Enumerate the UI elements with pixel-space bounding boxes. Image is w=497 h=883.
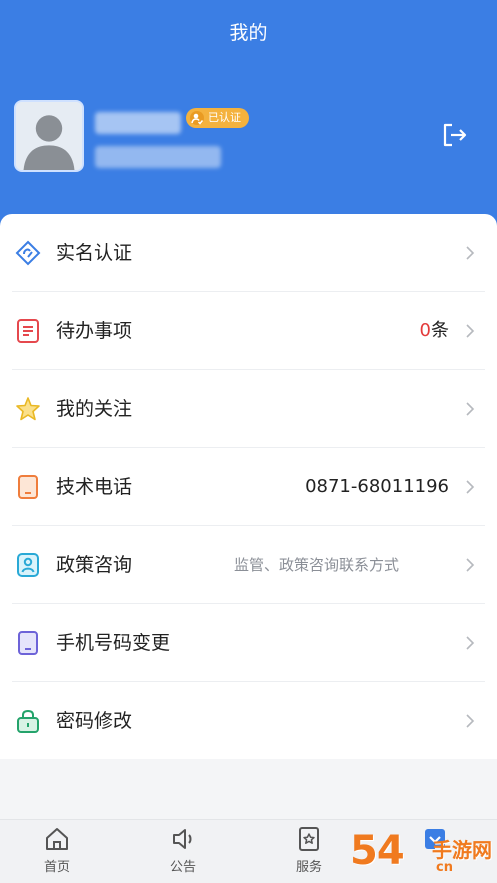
tech-phone-number: 0871-68011196 bbox=[305, 476, 449, 497]
todo-count: 0条 bbox=[420, 292, 449, 370]
menu-item-label: 密码修改 bbox=[56, 710, 133, 732]
mobile-icon bbox=[18, 631, 38, 655]
chevron-right-icon bbox=[466, 558, 475, 572]
watermark-url: cn bbox=[436, 860, 453, 875]
tab-label: 公告 bbox=[169, 860, 196, 875]
verify-icon bbox=[15, 240, 41, 266]
chevron-right-icon bbox=[466, 636, 475, 650]
menu-item-label: 手机号码变更 bbox=[56, 632, 171, 654]
menu-item-follow[interactable]: 我的关注 bbox=[12, 370, 485, 448]
chevron-right-icon bbox=[466, 480, 475, 494]
menu-item-policy[interactable]: 政策咨询 监管、政策咨询联系方式 bbox=[12, 526, 485, 604]
menu-item-label: 实名认证 bbox=[56, 242, 133, 264]
watermark-number: 54 bbox=[350, 828, 405, 874]
todo-count-number: 0 bbox=[419, 320, 431, 341]
logout-icon[interactable] bbox=[440, 120, 470, 150]
menu-item-change-phone[interactable]: 手机号码变更 bbox=[12, 604, 485, 682]
todo-count-unit: 条 bbox=[431, 320, 449, 341]
verified-icon bbox=[190, 111, 204, 125]
home-icon bbox=[46, 828, 68, 850]
menu-item-tech-phone[interactable]: 技术电话 0871-68011196 bbox=[12, 448, 485, 526]
menu-item-label: 技术电话 bbox=[56, 476, 133, 498]
contact-icon bbox=[17, 553, 39, 577]
menu-item-todo[interactable]: 待办事项 0条 bbox=[12, 292, 485, 370]
avatar[interactable] bbox=[14, 100, 84, 172]
lock-icon bbox=[17, 709, 39, 733]
chevron-right-icon bbox=[466, 714, 475, 728]
menu-item-real-name[interactable]: 实名认证 bbox=[12, 214, 485, 292]
user-name-blurred bbox=[95, 112, 181, 134]
profile-header: 我的 已认证 bbox=[0, 0, 497, 240]
tab-label: 首页 bbox=[43, 860, 70, 875]
star-icon bbox=[16, 397, 40, 421]
chevron-right-icon bbox=[466, 402, 475, 416]
watermark-text: 手游网 bbox=[432, 838, 492, 862]
verified-badge-label: 已认证 bbox=[208, 111, 241, 124]
menu-card: 实名认证 待办事项 0条 我的关注 技术电话 0871-68011196 政策咨… bbox=[0, 214, 497, 759]
menu-item-change-password[interactable]: 密码修改 bbox=[12, 682, 485, 760]
chevron-right-icon bbox=[466, 246, 475, 260]
service-icon bbox=[299, 827, 319, 851]
menu-item-label: 我的关注 bbox=[56, 398, 133, 420]
policy-hint: 监管、政策咨询联系方式 bbox=[233, 556, 399, 574]
verified-badge: 已认证 bbox=[186, 108, 249, 128]
page-title: 我的 bbox=[229, 22, 268, 44]
tab-notice[interactable]: 公告 bbox=[143, 820, 223, 883]
menu-item-label: 待办事项 bbox=[56, 320, 133, 342]
tab-service[interactable]: 服务 bbox=[269, 820, 349, 883]
user-phone-blurred bbox=[95, 146, 221, 168]
todo-icon bbox=[17, 319, 39, 343]
speaker-icon bbox=[173, 829, 192, 849]
watermark-logo: 54 手游网 cn bbox=[350, 828, 495, 883]
tab-home[interactable]: 首页 bbox=[17, 820, 97, 883]
tab-label: 服务 bbox=[295, 860, 322, 875]
phone-icon bbox=[18, 475, 38, 499]
chevron-right-icon bbox=[466, 324, 475, 338]
menu-item-label: 政策咨询 bbox=[56, 554, 133, 576]
